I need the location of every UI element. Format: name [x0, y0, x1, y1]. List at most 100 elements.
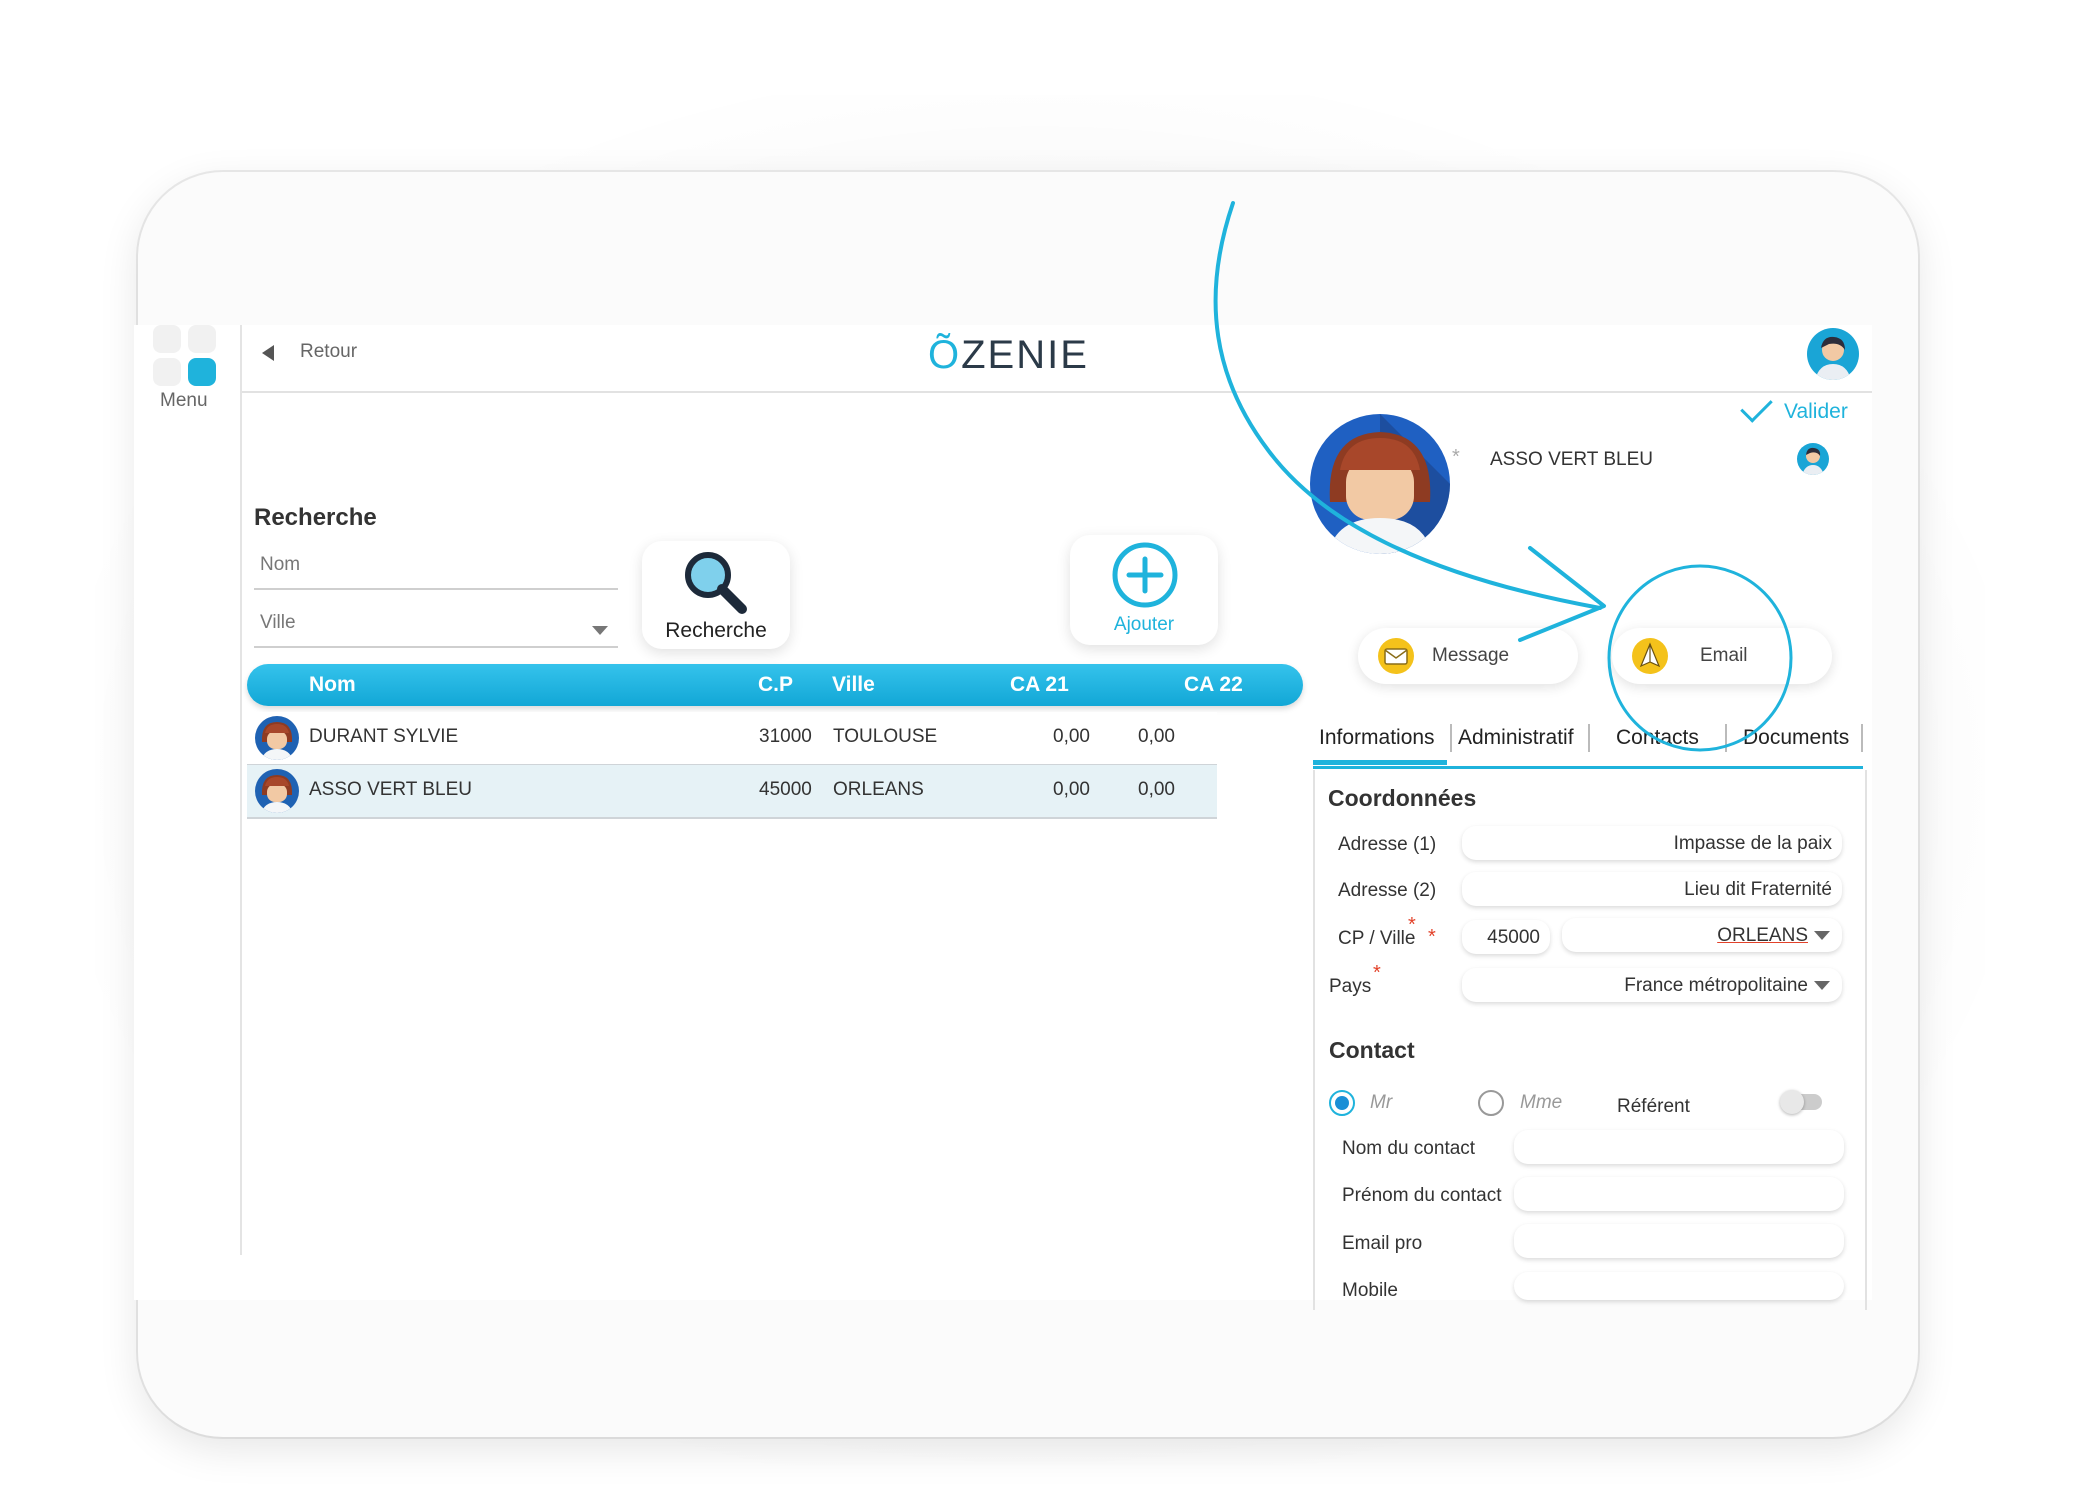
- cell-cp: 45000: [759, 779, 812, 800]
- plus-circle-icon: [1112, 542, 1178, 608]
- cell-nom: DURANT SYLVIE: [309, 726, 459, 747]
- tab-administratif[interactable]: Administratif: [1458, 726, 1574, 750]
- magnifier-icon: [685, 552, 747, 614]
- tab-separator: [1861, 724, 1863, 752]
- nom-placeholder: Nom: [260, 554, 301, 575]
- side-rail: [134, 325, 242, 1255]
- pays-value: France métropolitaine: [1624, 975, 1808, 996]
- adresse2-field[interactable]: Lieu dit Fraternité: [1462, 872, 1842, 906]
- cell-ca21: 0,00: [1053, 779, 1090, 800]
- search-button-label: Recherche: [665, 619, 767, 642]
- add-button-label: Ajouter: [1113, 614, 1175, 635]
- person-icon: [261, 775, 293, 813]
- tab-separator: [1588, 724, 1590, 752]
- owner-avatar[interactable]: [1797, 443, 1829, 475]
- logo-o: Õ: [928, 333, 962, 377]
- client-name: ASSO VERT BLEU: [1490, 449, 1653, 470]
- app-logo: ÕZENIE: [928, 333, 1089, 378]
- person-icon: [1802, 447, 1824, 475]
- radio-mme-label[interactable]: Mme: [1520, 1092, 1562, 1114]
- ville-select[interactable]: ORLEANS: [1562, 918, 1842, 952]
- radio-mr-label[interactable]: Mr: [1370, 1092, 1392, 1114]
- active-tab-indicator: [1313, 760, 1447, 765]
- col-cp[interactable]: C.P: [758, 673, 793, 697]
- adresse2-value: Lieu dit Fraternité: [1684, 879, 1832, 900]
- col-nom[interactable]: Nom: [309, 673, 356, 697]
- table-row[interactable]: DURANT SYLVIE 31000 TOULOUSE 0,00 0,00: [247, 712, 1217, 766]
- tab-contacts[interactable]: Contacts: [1616, 726, 1699, 750]
- tab-separator: [1450, 724, 1452, 752]
- col-ville[interactable]: Ville: [832, 673, 875, 697]
- client-avatar[interactable]: [1310, 414, 1450, 554]
- adresse1-label: Adresse (1): [1338, 834, 1437, 855]
- cp-field[interactable]: 45000: [1462, 920, 1550, 954]
- table-row-selected[interactable]: ASSO VERT BLEU 45000 ORLEANS 0,00 0,00: [247, 765, 1217, 819]
- menu-icon[interactable]: [188, 358, 216, 386]
- cell-ville: TOULOUSE: [833, 726, 938, 747]
- mobile-label: Mobile: [1342, 1280, 1398, 1301]
- col-ca21[interactable]: CA 21: [1010, 673, 1069, 697]
- ville-value: ORLEANS: [1717, 925, 1808, 946]
- prenom-contact-label: Prénom du contact: [1342, 1185, 1502, 1206]
- adresse1-field[interactable]: Impasse de la paix: [1462, 826, 1842, 860]
- chevron-down-icon: [1814, 931, 1830, 940]
- ville-search-select[interactable]: Ville: [254, 606, 618, 648]
- nom-search-input[interactable]: Nom: [254, 548, 618, 590]
- cpville-label: CP / Ville: [1338, 928, 1416, 949]
- cell-nom: ASSO VERT BLEU: [309, 779, 472, 800]
- tab-separator: [1725, 724, 1727, 752]
- chevron-down-icon: [592, 626, 608, 635]
- message-button[interactable]: Message: [1358, 628, 1578, 684]
- user-avatar-icon: [1815, 336, 1851, 380]
- coordonnees-title: Coordonnées: [1328, 785, 1477, 811]
- logo-text: ZENIE: [961, 333, 1089, 377]
- tab-documents[interactable]: Documents: [1743, 726, 1849, 750]
- menu-grid-cell: [153, 358, 181, 386]
- col-ca22[interactable]: CA 22: [1184, 673, 1243, 697]
- cell-ca22: 0,00: [1138, 726, 1175, 747]
- cell-ca21: 0,00: [1053, 726, 1090, 747]
- email-pro-field[interactable]: [1514, 1224, 1844, 1258]
- menu-label[interactable]: Menu: [160, 390, 208, 412]
- menu-grid-cell: [153, 325, 181, 353]
- back-button[interactable]: Retour: [300, 341, 357, 363]
- valider-button[interactable]: Valider: [1784, 400, 1848, 424]
- mobile-field[interactable]: [1514, 1272, 1844, 1300]
- row-avatar: [255, 716, 299, 760]
- search-button[interactable]: Recherche: [642, 541, 790, 649]
- favorite-star: *: [1452, 446, 1460, 468]
- user-avatar[interactable]: [1807, 328, 1859, 380]
- adresse2-label: Adresse (2): [1338, 880, 1437, 901]
- table-header: Nom C.P Ville CA 21 CA 22: [247, 664, 1303, 706]
- radio-mme[interactable]: [1478, 1090, 1504, 1116]
- add-button[interactable]: Ajouter: [1070, 535, 1218, 645]
- back-arrow-icon[interactable]: [262, 345, 274, 361]
- cell-ca22: 0,00: [1138, 779, 1175, 800]
- required-star: *: [1408, 914, 1416, 936]
- row-avatar: [255, 769, 299, 813]
- adresse1-value: Impasse de la paix: [1673, 833, 1832, 854]
- pays-select[interactable]: France métropolitaine: [1462, 968, 1842, 1002]
- contact-title: Contact: [1329, 1037, 1415, 1063]
- email-button[interactable]: Email: [1612, 628, 1832, 684]
- message-button-label: Message: [1432, 645, 1510, 666]
- nom-contact-label: Nom du contact: [1342, 1138, 1476, 1159]
- email-pro-label: Email pro: [1342, 1233, 1423, 1254]
- cell-cp: 31000: [759, 726, 812, 747]
- ville-placeholder: Ville: [260, 612, 296, 633]
- radio-mr[interactable]: [1329, 1090, 1355, 1116]
- pays-label: Pays: [1329, 976, 1372, 997]
- prenom-contact-field[interactable]: [1514, 1177, 1844, 1211]
- required-star: *: [1428, 926, 1436, 948]
- chevron-down-icon: [1814, 981, 1830, 990]
- referent-toggle-knob[interactable]: [1780, 1090, 1804, 1114]
- paper-plane-icon: [1632, 638, 1668, 674]
- menu-grid-cell: [188, 325, 216, 353]
- tab-informations[interactable]: Informations: [1319, 726, 1435, 750]
- search-title: Recherche: [254, 504, 377, 531]
- cp-value: 45000: [1487, 927, 1540, 948]
- person-icon: [261, 722, 293, 760]
- email-button-label: Email: [1700, 645, 1748, 666]
- required-star: *: [1373, 962, 1381, 984]
- nom-contact-field[interactable]: [1514, 1130, 1844, 1164]
